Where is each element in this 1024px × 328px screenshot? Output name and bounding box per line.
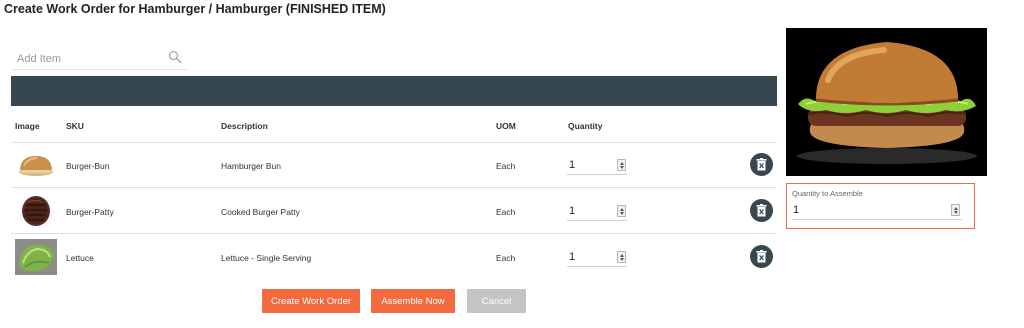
- table-header: Image SKU Description UOM Quantity: [11, 118, 777, 143]
- quantity-spinner[interactable]: [617, 205, 626, 217]
- row-description: Cooked Burger Patty: [221, 207, 300, 217]
- quantity-value: 1: [569, 159, 576, 171]
- delete-row-button[interactable]: [750, 199, 773, 222]
- quantity-input[interactable]: 1: [567, 247, 627, 267]
- quantity-input[interactable]: 1: [567, 155, 627, 175]
- burger-patty-image: [15, 193, 57, 229]
- quantity-to-assemble-panel: Quantity to Assemble 1: [786, 183, 975, 229]
- add-item-search[interactable]: [12, 48, 187, 70]
- row-uom: Each: [496, 161, 516, 171]
- row-description: Hamburger Bun: [221, 161, 282, 171]
- col-uom: UOM: [496, 121, 516, 131]
- trash-icon: [756, 250, 767, 263]
- quantity-to-assemble-input[interactable]: 1: [792, 202, 962, 220]
- quantity-spinner[interactable]: [617, 251, 626, 263]
- product-image: [786, 28, 987, 176]
- row-uom: Each: [496, 253, 516, 263]
- col-sku: SKU: [66, 121, 84, 131]
- quantity-to-assemble-label: Quantity to Assemble: [792, 189, 863, 198]
- row-description: Lettuce - Single Serving: [221, 253, 312, 263]
- delete-row-button[interactable]: [750, 245, 773, 268]
- create-work-order-button[interactable]: Create Work Order: [262, 289, 360, 313]
- page-title: Create Work Order for Hamburger / Hambur…: [4, 2, 386, 16]
- row-uom: Each: [496, 207, 516, 217]
- row-sku: Lettuce: [66, 253, 94, 263]
- quantity-to-assemble-value: 1: [793, 204, 800, 216]
- col-quantity: Quantity: [568, 121, 603, 131]
- quantity-input[interactable]: 1: [567, 201, 627, 221]
- hamburger-image: [786, 28, 987, 176]
- burger-bun-image: [15, 147, 57, 183]
- trash-icon: [756, 204, 767, 217]
- trash-icon: [756, 158, 767, 171]
- row-sku: Burger-Bun: [66, 161, 110, 171]
- table-row: Burger-Bun Hamburger Bun Each 1: [11, 143, 777, 188]
- table-row: Burger-Patty Cooked Burger Patty Each 1: [11, 189, 777, 234]
- add-item-input[interactable]: [12, 48, 162, 69]
- col-image: Image: [15, 121, 40, 131]
- quantity-spinner[interactable]: [617, 159, 626, 171]
- delete-row-button[interactable]: [750, 153, 773, 176]
- quantity-value: 1: [569, 205, 576, 217]
- lettuce-image: [15, 239, 57, 275]
- quantity-value: 1: [569, 251, 576, 263]
- row-sku: Burger-Patty: [66, 207, 114, 217]
- assemble-now-button[interactable]: Assemble Now: [371, 289, 455, 313]
- quantity-to-assemble-spinner[interactable]: [951, 204, 960, 216]
- cancel-button[interactable]: Cancel: [467, 289, 526, 313]
- col-description: Description: [221, 121, 268, 131]
- search-icon[interactable]: [168, 50, 182, 64]
- table-row: Lettuce Lettuce - Single Serving Each 1: [11, 235, 777, 280]
- table-header-bar: [11, 76, 777, 106]
